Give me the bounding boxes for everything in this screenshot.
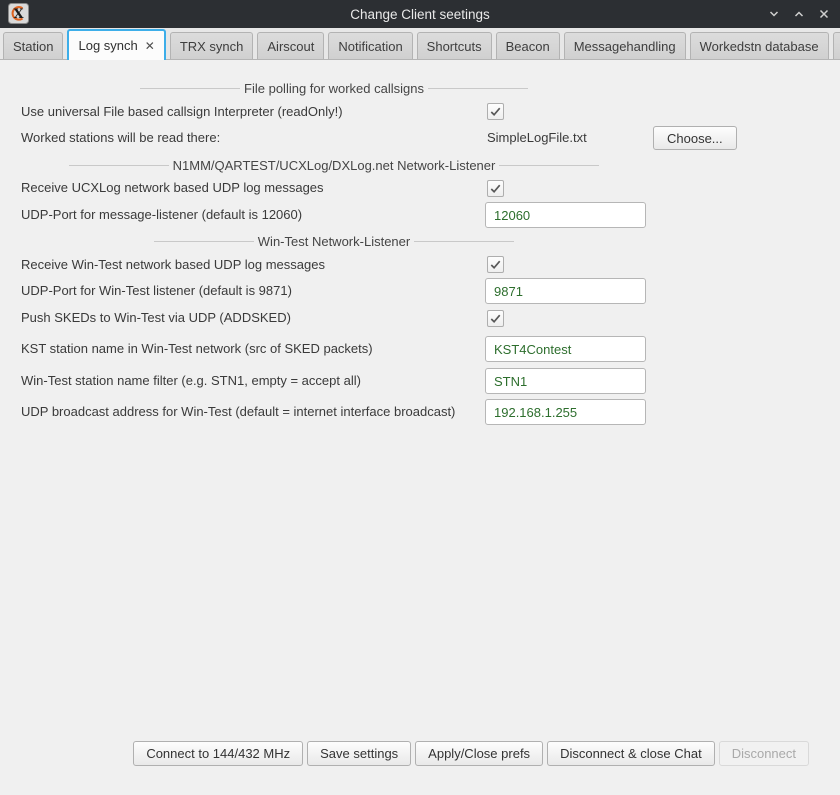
tab-bar: Station Log synch ✕ TRX synch Airscout N… [0,28,840,60]
tab-label: Station [13,39,53,54]
checkbox-receive-wintest[interactable] [487,256,504,273]
kst-station-name-input[interactable] [485,336,646,362]
section-title: File polling for worked callsigns [244,81,424,96]
settings-window: X Change Client seetings Station Log syn… [0,0,840,795]
choose-file-button[interactable]: Choose... [653,126,737,150]
tab-label: Messagehandling [574,39,676,54]
label-push-skeds: Push SKEDs to Win-Test via UDP (ADDSKED) [21,310,291,326]
close-icon[interactable] [816,6,832,22]
checkbox-receive-ucxlog[interactable] [487,180,504,197]
tab-shortcuts[interactable]: Shortcuts [417,32,492,59]
tab-gui[interactable]: GUI [833,32,840,59]
label-worked-stations-file: Worked stations will be read there: [21,130,220,146]
section-title: Win-Test Network-Listener [258,234,410,249]
tab-station[interactable]: Station [3,32,63,59]
label-udp-port-wintest: UDP-Port for Win-Test listener (default … [21,283,292,299]
section-line [154,241,254,242]
tab-airscout[interactable]: Airscout [257,32,324,59]
apply-close-prefs-button[interactable]: Apply/Close prefs [415,741,543,766]
disconnect-button: Disconnect [719,741,809,766]
section-wintest-listener: Win-Test Network-Listener [21,233,647,249]
udp-broadcast-address-input[interactable] [485,399,646,425]
tab-label: Shortcuts [427,39,482,54]
tab-label: Beacon [506,39,550,54]
tab-label: Workedstn database [700,39,819,54]
window-title: Change Client seetings [0,7,840,22]
tab-workedstn-database[interactable]: Workedstn database [690,32,829,59]
tab-notification[interactable]: Notification [328,32,412,59]
connect-144-432-button[interactable]: Connect to 144/432 MHz [133,741,303,766]
titlebar[interactable]: X Change Client seetings [0,0,840,28]
section-n1mm-listener: N1MM/QARTEST/UCXLog/DXLog.net Network-Li… [21,157,647,173]
tab-trx-synch[interactable]: TRX synch [170,32,254,59]
tab-messagehandling[interactable]: Messagehandling [564,32,686,59]
section-file-polling: File polling for worked callsigns [21,80,647,96]
label-receive-wintest: Receive Win-Test network based UDP log m… [21,257,325,273]
wintest-station-filter-input[interactable] [485,368,646,394]
tab-log-synch[interactable]: Log synch ✕ [67,29,165,60]
tab-beacon[interactable]: Beacon [496,32,560,59]
tab-label: Log synch [78,38,137,53]
label-wintest-station-filter: Win-Test station name filter (e.g. STN1,… [21,373,361,389]
section-line [499,165,599,166]
disconnect-close-chat-button[interactable]: Disconnect & close Chat [547,741,715,766]
label-udp-port-message-listener: UDP-Port for message-listener (default i… [21,207,302,223]
section-line [69,165,169,166]
tab-label: TRX synch [180,39,244,54]
app-logo-icon[interactable]: X [8,3,29,24]
label-kst-station-name: KST station name in Win-Test network (sr… [21,341,373,357]
udp-port-message-listener-input[interactable] [485,202,646,228]
label-udp-broadcast-address: UDP broadcast address for Win-Test (defa… [21,404,455,420]
checkbox-push-skeds[interactable] [487,310,504,327]
worked-stations-file-value: SimpleLogFile.txt [487,130,587,146]
checkbox-universal-interpreter[interactable] [487,103,504,120]
label-universal-interpreter: Use universal File based callsign Interp… [21,104,343,120]
tab-label: Airscout [267,39,314,54]
section-title: N1MM/QARTEST/UCXLog/DXLog.net Network-Li… [173,158,496,173]
tab-close-icon[interactable]: ✕ [145,40,155,52]
section-line [414,241,514,242]
label-receive-ucxlog: Receive UCXLog network based UDP log mes… [21,180,324,196]
svg-text:X: X [13,7,24,22]
window-controls [766,0,832,28]
section-line [140,88,240,89]
section-line [428,88,528,89]
maximize-icon[interactable] [791,6,807,22]
save-settings-button[interactable]: Save settings [307,741,411,766]
minimize-icon[interactable] [766,6,782,22]
udp-port-wintest-input[interactable] [485,278,646,304]
footer-button-row: Connect to 144/432 MHz Save settings App… [0,741,809,766]
tab-label: Notification [338,39,402,54]
